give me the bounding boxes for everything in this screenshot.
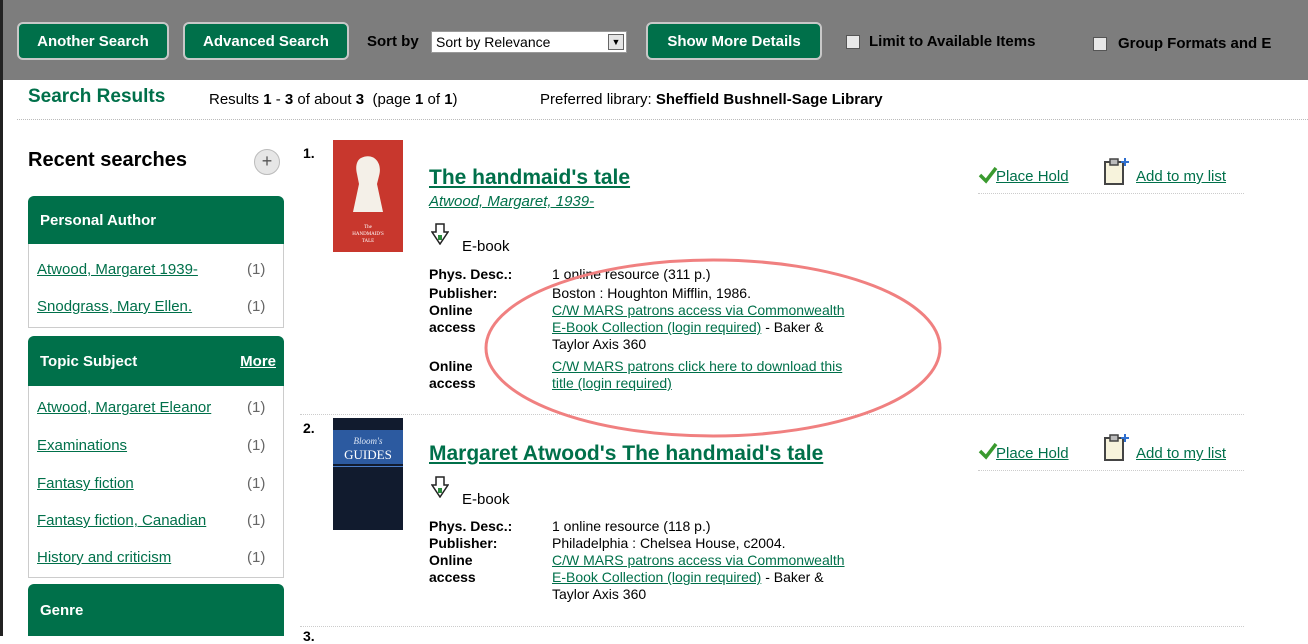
add-to-list-link[interactable]: Add to my list — [1136, 445, 1226, 462]
publisher-value: Philadelphia : Chelsea House, c2004. — [552, 535, 786, 551]
place-hold-link[interactable]: Place Hold — [996, 445, 1069, 462]
facet-topic-subject-header[interactable]: Topic Subject More — [28, 336, 284, 386]
result-number: 1. — [303, 145, 315, 161]
divider — [300, 626, 1244, 627]
results-summary: Results 1 - 3 of about 3 (page 1 of 1) — [209, 91, 458, 108]
more-link[interactable]: More — [240, 353, 276, 370]
facet-count: (1) — [247, 475, 266, 492]
sort-select-value: Sort by Relevance — [436, 34, 551, 50]
left-border — [0, 120, 3, 636]
result-number: 2. — [303, 420, 315, 436]
result-number: 3. — [303, 628, 315, 644]
group-formats-label: Group Formats and E — [1118, 35, 1272, 52]
facet-item[interactable]: Fantasy fiction, Canadian — [37, 512, 206, 529]
facet-item[interactable]: Atwood, Margaret Eleanor — [37, 399, 211, 416]
divider — [978, 193, 1244, 194]
result-title-link[interactable]: The handmaid's tale — [429, 166, 630, 190]
facet-count: (1) — [247, 298, 266, 315]
limit-available-checkbox[interactable] — [846, 35, 860, 49]
facet-count: (1) — [247, 261, 266, 278]
facet-item[interactable]: Fantasy fiction — [37, 475, 134, 492]
online-access-provider: Taylor Axis 360 — [552, 586, 647, 602]
book-cover-2[interactable]: Bloom's GUIDES — [333, 418, 403, 530]
chevron-down-icon[interactable]: ▼ — [608, 34, 624, 50]
publisher-label: Publisher: — [429, 535, 498, 551]
checkmark-icon — [978, 442, 998, 460]
sort-select[interactable]: Sort by Relevance ▼ — [431, 31, 627, 53]
facet-item[interactable]: Snodgrass, Mary Ellen. — [37, 298, 192, 315]
checkmark-icon — [978, 166, 998, 184]
online-access-link[interactable]: E-Book Collection (login required) - Bak… — [552, 569, 824, 586]
facet-count: (1) — [247, 512, 266, 529]
show-more-details-button[interactable]: Show More Details — [646, 22, 822, 60]
place-hold-link[interactable]: Place Hold — [996, 168, 1069, 185]
group-formats-checkbox[interactable] — [1093, 37, 1107, 51]
online-access-label: access — [429, 319, 476, 335]
facet-genre-header[interactable]: Genre — [28, 584, 284, 636]
cover-text: HANDMAID'S — [352, 232, 384, 237]
divider — [978, 470, 1244, 471]
facet-count: (1) — [247, 399, 266, 416]
result-author-link[interactable]: Atwood, Margaret, 1939- — [429, 193, 594, 210]
phys-desc-value: 1 online resource (118 p.) — [552, 518, 711, 534]
online-access-label: access — [429, 569, 476, 585]
format-label: E-book — [462, 491, 510, 508]
result-title-link[interactable]: Margaret Atwood's The handmaid's tale — [429, 442, 823, 466]
phys-desc-label: Phys. Desc.: — [429, 518, 513, 534]
facet-item[interactable]: Examinations — [37, 437, 127, 454]
format-label: E-book — [462, 238, 510, 255]
online-access-label: Online — [429, 552, 473, 568]
search-results-title: Search Results — [28, 86, 166, 107]
facet-item[interactable]: Atwood, Margaret 1939- — [37, 261, 198, 278]
sort-by-label: Sort by — [367, 33, 419, 50]
plus-icon[interactable]: + — [254, 149, 280, 175]
download-arrow-icon — [431, 223, 449, 245]
online-access-link[interactable]: C/W MARS patrons access via Commonwealth — [552, 552, 845, 569]
facet-topic-subject-list: Atwood, Margaret Eleanor (1) Examination… — [28, 386, 284, 578]
recent-searches-title: Recent searches — [28, 149, 187, 171]
advanced-search-button[interactable]: Advanced Search — [183, 22, 349, 60]
cover-text: TALE — [362, 239, 374, 244]
facet-count: (1) — [247, 549, 266, 566]
facet-count: (1) — [247, 437, 266, 454]
book-cover-1[interactable]: The HANDMAID'S TALE — [333, 140, 403, 252]
clipboard-add-icon — [1104, 434, 1129, 461]
online-access-label: access — [429, 375, 476, 391]
clipboard-add-icon — [1104, 158, 1129, 185]
facet-item[interactable]: History and criticism — [37, 549, 171, 566]
toolbar: Another Search Advanced Search Sort by S… — [0, 0, 1308, 80]
download-arrow-icon — [431, 476, 449, 498]
cover-text: Bloom's — [354, 436, 383, 446]
preferred-library: Preferred library: Sheffield Bushnell-Sa… — [540, 91, 883, 108]
cover-text: The — [364, 225, 373, 230]
cover-text: GUIDES — [344, 447, 392, 462]
limit-available-label: Limit to Available Items — [869, 33, 1036, 50]
add-to-list-link[interactable]: Add to my list — [1136, 168, 1226, 185]
facet-personal-author-header[interactable]: Personal Author — [28, 196, 284, 244]
another-search-button[interactable]: Another Search — [17, 22, 169, 60]
online-access-label: Online — [429, 358, 473, 374]
online-access-label: Online — [429, 302, 473, 318]
facet-personal-author-list: Atwood, Margaret 1939- (1) Snodgrass, Ma… — [28, 244, 284, 328]
annotation-ellipse — [484, 258, 942, 438]
